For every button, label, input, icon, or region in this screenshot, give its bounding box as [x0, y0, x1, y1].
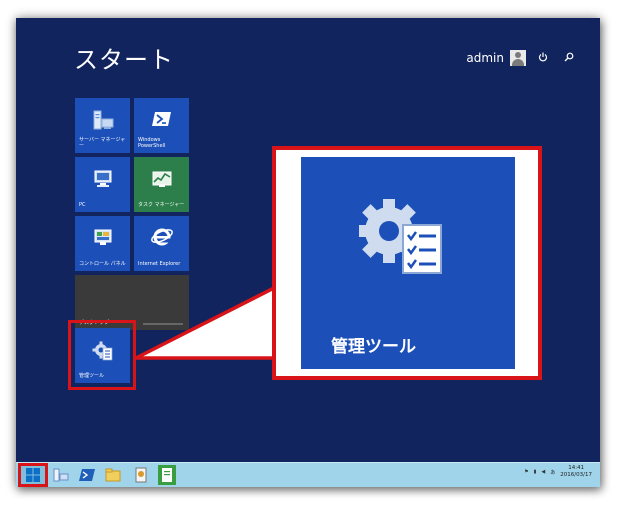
powershell-icon: [79, 469, 95, 481]
taskbar-app-2[interactable]: [158, 465, 176, 485]
network-icon[interactable]: ▮: [534, 469, 537, 475]
windows-logo-icon: [26, 468, 40, 482]
taskbar-file-explorer[interactable]: [104, 465, 122, 485]
callout-tile-admin-tools: 管理ツール: [301, 157, 515, 369]
callout-label: 管理ツール: [331, 337, 416, 357]
app-icon: [135, 467, 147, 483]
admin-tools-large-icon: [359, 199, 442, 274]
start-screen: スタート admin サーバー マネージャー Windows PowerShel…: [16, 18, 600, 487]
clock[interactable]: 14:41 2016/03/17: [560, 465, 592, 479]
start-button[interactable]: [18, 463, 48, 487]
taskbar-app[interactable]: [132, 465, 150, 485]
clock-time: 14:41: [568, 465, 585, 471]
language-icon[interactable]: あ: [550, 469, 555, 476]
folder-icon: [105, 468, 121, 482]
system-tray: ⚑ ▮ ◀ あ 14:41 2016/03/17: [524, 465, 592, 479]
volume-icon[interactable]: ◀: [541, 469, 545, 475]
taskbar-server-manager[interactable]: [52, 465, 70, 485]
server-manager-icon: [53, 468, 69, 482]
callout-box: 管理ツール: [272, 146, 542, 380]
clock-date: 2016/03/17: [560, 472, 592, 478]
taskbar-powershell[interactable]: [78, 465, 96, 485]
document-icon: [162, 468, 172, 482]
taskbar: ⚑ ▮ ◀ あ 14:41 2016/03/17: [16, 462, 600, 487]
flag-icon[interactable]: ⚑: [524, 469, 528, 475]
